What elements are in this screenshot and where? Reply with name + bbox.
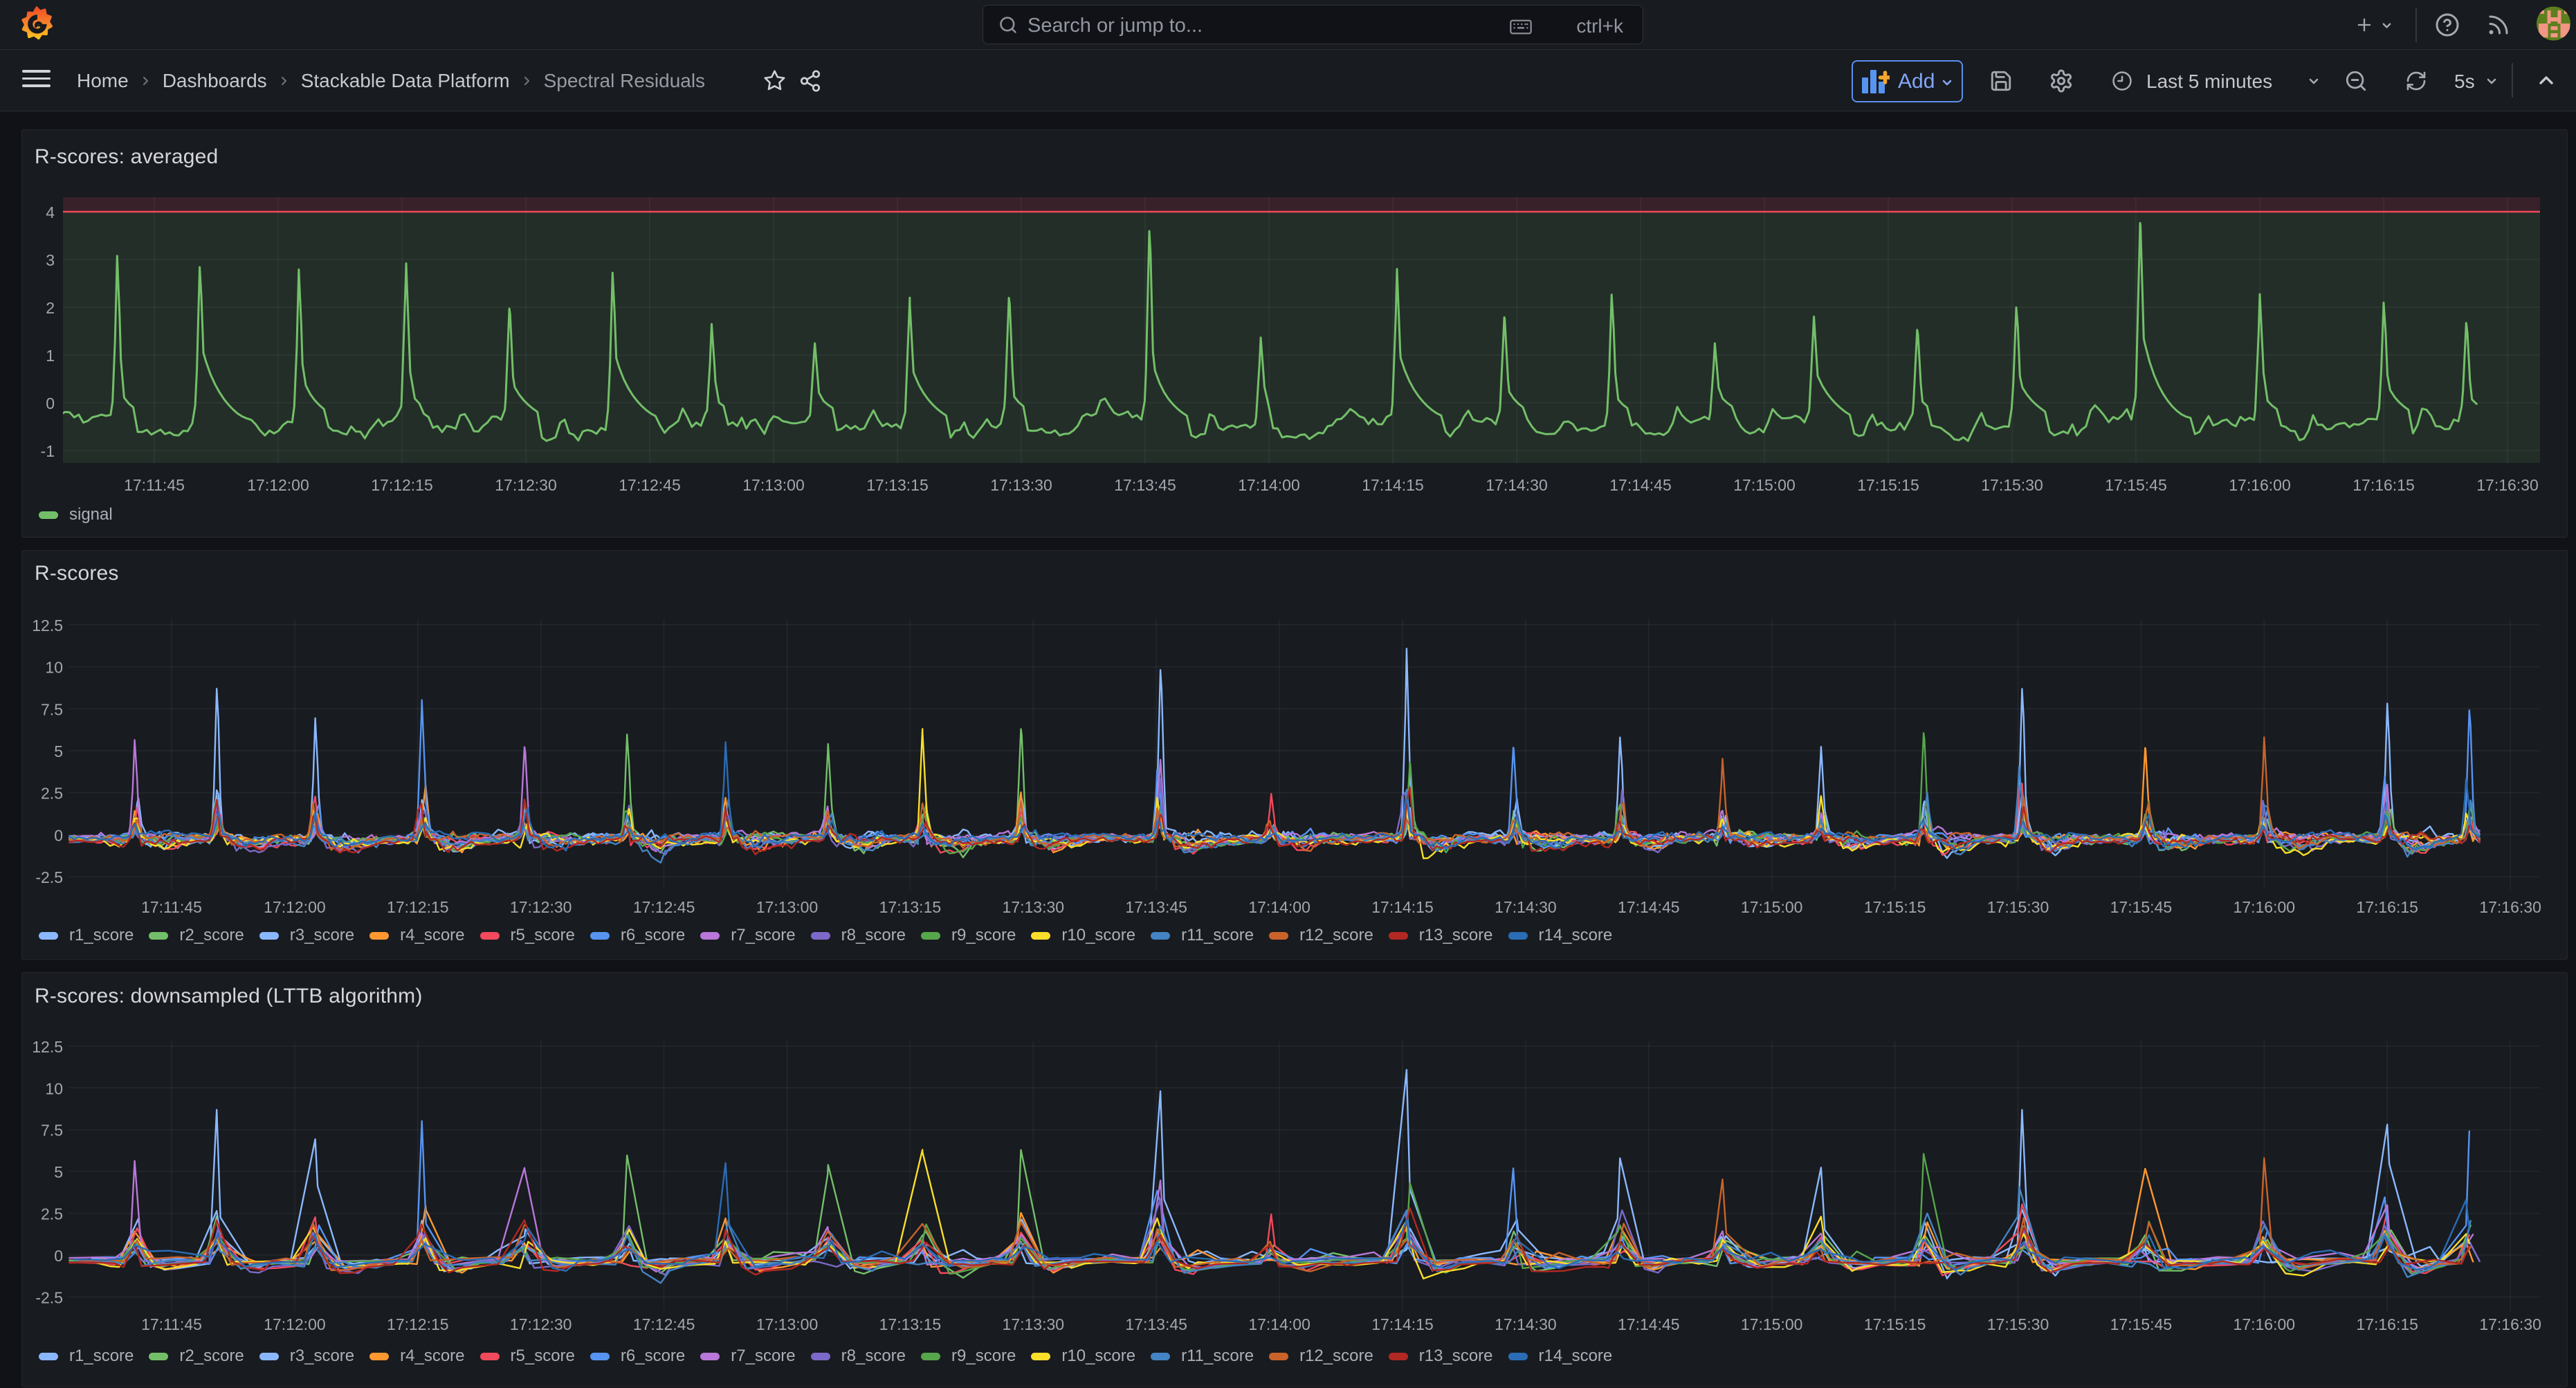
svg-text:17:15:15: 17:15:15 — [1864, 1315, 1926, 1333]
svg-text:3: 3 — [46, 251, 55, 269]
svg-text:0: 0 — [54, 826, 63, 844]
svg-text:17:15:45: 17:15:45 — [2110, 898, 2173, 916]
svg-text:12.5: 12.5 — [32, 1038, 63, 1056]
svg-text:17:16:30: 17:16:30 — [2476, 476, 2539, 494]
svg-text:17:15:45: 17:15:45 — [2110, 1315, 2173, 1333]
svg-text:17:14:00: 17:14:00 — [1248, 898, 1310, 916]
svg-text:17:15:15: 17:15:15 — [1857, 476, 1919, 494]
svg-text:5: 5 — [54, 1163, 63, 1181]
svg-text:17:11:45: 17:11:45 — [141, 1315, 202, 1333]
svg-text:17:13:45: 17:13:45 — [1114, 476, 1176, 494]
svg-text:17:13:30: 17:13:30 — [1003, 898, 1065, 916]
svg-text:17:12:30: 17:12:30 — [510, 898, 572, 916]
svg-text:17:14:45: 17:14:45 — [1618, 1315, 1680, 1333]
svg-text:17:14:15: 17:14:15 — [1362, 476, 1424, 494]
svg-text:12.5: 12.5 — [32, 617, 63, 634]
svg-text:17:16:00: 17:16:00 — [2234, 1315, 2296, 1333]
svg-text:17:11:45: 17:11:45 — [124, 476, 185, 494]
svg-text:17:16:30: 17:16:30 — [2479, 1315, 2541, 1333]
svg-text:17:15:00: 17:15:00 — [1741, 898, 1803, 916]
svg-text:17:16:30: 17:16:30 — [2479, 898, 2541, 916]
svg-text:1: 1 — [46, 347, 55, 365]
svg-text:4: 4 — [46, 203, 55, 221]
svg-text:17:15:30: 17:15:30 — [1987, 898, 2049, 916]
svg-text:17:12:15: 17:12:15 — [387, 1315, 449, 1333]
svg-text:-2.5: -2.5 — [35, 1288, 63, 1306]
svg-text:2.5: 2.5 — [41, 1205, 63, 1223]
svg-text:17:13:15: 17:13:15 — [879, 898, 942, 916]
svg-text:17:14:00: 17:14:00 — [1238, 476, 1300, 494]
svg-text:17:14:00: 17:14:00 — [1248, 1315, 1310, 1333]
svg-text:17:12:00: 17:12:00 — [247, 476, 309, 494]
svg-text:17:16:15: 17:16:15 — [2356, 898, 2418, 916]
svg-text:17:13:45: 17:13:45 — [1125, 898, 1187, 916]
svg-text:17:14:15: 17:14:15 — [1371, 1315, 1434, 1333]
svg-text:17:14:30: 17:14:30 — [1495, 898, 1557, 916]
svg-text:5: 5 — [54, 742, 63, 760]
svg-text:17:14:30: 17:14:30 — [1495, 1315, 1557, 1333]
svg-text:17:13:00: 17:13:00 — [756, 898, 819, 916]
svg-text:17:14:15: 17:14:15 — [1371, 898, 1434, 916]
svg-text:-2.5: -2.5 — [35, 868, 63, 886]
svg-text:17:12:45: 17:12:45 — [619, 476, 681, 494]
svg-text:17:16:15: 17:16:15 — [2356, 1315, 2418, 1333]
svg-text:10: 10 — [45, 659, 63, 677]
svg-text:17:14:45: 17:14:45 — [1618, 898, 1680, 916]
svg-text:0: 0 — [46, 394, 55, 412]
svg-text:17:12:30: 17:12:30 — [495, 476, 557, 494]
svg-text:17:13:45: 17:13:45 — [1125, 1315, 1187, 1333]
svg-text:17:16:00: 17:16:00 — [2229, 476, 2291, 494]
svg-text:17:14:30: 17:14:30 — [1486, 476, 1548, 494]
svg-text:7.5: 7.5 — [41, 700, 63, 718]
svg-text:-1: -1 — [41, 442, 55, 460]
svg-text:17:16:15: 17:16:15 — [2353, 476, 2415, 494]
svg-text:17:12:45: 17:12:45 — [633, 1315, 695, 1333]
svg-text:17:13:00: 17:13:00 — [742, 476, 805, 494]
svg-text:17:13:30: 17:13:30 — [990, 476, 1052, 494]
svg-text:17:15:15: 17:15:15 — [1864, 898, 1926, 916]
svg-text:17:13:30: 17:13:30 — [1003, 1315, 1065, 1333]
svg-text:17:13:00: 17:13:00 — [756, 1315, 819, 1333]
svg-text:17:12:15: 17:12:15 — [371, 476, 433, 494]
svg-text:17:11:45: 17:11:45 — [141, 898, 202, 916]
svg-text:17:13:15: 17:13:15 — [866, 476, 929, 494]
svg-text:17:12:00: 17:12:00 — [264, 1315, 326, 1333]
svg-text:2: 2 — [46, 299, 55, 317]
svg-text:17:14:45: 17:14:45 — [1609, 476, 1672, 494]
svg-text:17:15:00: 17:15:00 — [1733, 476, 1796, 494]
svg-text:2.5: 2.5 — [41, 785, 63, 803]
svg-text:0: 0 — [54, 1247, 63, 1265]
svg-text:17:13:15: 17:13:15 — [879, 1315, 942, 1333]
svg-text:17:15:30: 17:15:30 — [1987, 1315, 2049, 1333]
svg-text:7.5: 7.5 — [41, 1122, 63, 1140]
svg-text:17:12:45: 17:12:45 — [633, 898, 695, 916]
svg-text:17:15:45: 17:15:45 — [2105, 476, 2167, 494]
svg-text:17:15:30: 17:15:30 — [1981, 476, 2043, 494]
svg-text:10: 10 — [45, 1079, 63, 1097]
svg-text:17:12:30: 17:12:30 — [510, 1315, 572, 1333]
svg-text:17:16:00: 17:16:00 — [2234, 898, 2296, 916]
svg-text:17:12:00: 17:12:00 — [264, 898, 326, 916]
svg-text:17:12:15: 17:12:15 — [387, 898, 449, 916]
svg-text:17:15:00: 17:15:00 — [1741, 1315, 1803, 1333]
